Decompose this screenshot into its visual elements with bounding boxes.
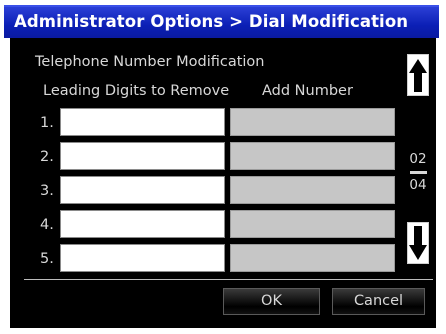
- digits-to-remove-input-2[interactable]: [60, 142, 225, 170]
- add-number-input-5[interactable]: [230, 244, 395, 272]
- divider: [24, 279, 433, 280]
- table-row: 2.: [10, 142, 400, 172]
- digits-to-remove-input-4[interactable]: [60, 210, 225, 238]
- title-bar: Administrator Options > Dial Modificatio…: [4, 5, 439, 38]
- digits-to-remove-input-5[interactable]: [60, 244, 225, 272]
- row-number: 3.: [40, 183, 54, 199]
- digits-to-remove-input-1[interactable]: [60, 108, 225, 136]
- add-number-input-1[interactable]: [230, 108, 395, 136]
- column-header-add-number: Add Number: [262, 83, 353, 99]
- window-title: Administrator Options > Dial Modificatio…: [14, 12, 409, 31]
- table-row: 1.: [10, 108, 400, 138]
- cancel-button[interactable]: Cancel: [332, 288, 425, 315]
- table-row: 4.: [10, 210, 400, 240]
- row-number: 1.: [40, 115, 54, 131]
- table-row: 5.: [10, 244, 400, 274]
- arrow-up-icon: [409, 59, 427, 92]
- add-number-input-2[interactable]: [230, 142, 395, 170]
- row-number: 4.: [40, 217, 54, 233]
- add-number-input-3[interactable]: [230, 176, 395, 204]
- row-number: 5.: [40, 251, 54, 267]
- dial-modification-window: Administrator Options > Dial Modificatio…: [0, 0, 446, 334]
- row-number: 2.: [40, 149, 54, 165]
- total-pages: 04: [409, 177, 427, 193]
- current-page: 02: [409, 151, 427, 167]
- table-row: 3.: [10, 176, 400, 206]
- page-indicator: 02 04: [402, 151, 434, 194]
- ok-button[interactable]: OK: [223, 288, 320, 315]
- add-number-input-4[interactable]: [230, 210, 395, 238]
- scroll-up-button[interactable]: [407, 54, 429, 96]
- page-separator: [409, 171, 427, 174]
- dial-modification-panel: Telephone Number Modification Leading Di…: [10, 38, 436, 328]
- digits-to-remove-input-3[interactable]: [60, 176, 225, 204]
- section-title: Telephone Number Modification: [35, 54, 265, 70]
- scroll-down-button[interactable]: [407, 222, 429, 264]
- arrow-down-icon: [409, 226, 427, 260]
- column-header-digits-to-remove: Leading Digits to Remove: [43, 83, 230, 99]
